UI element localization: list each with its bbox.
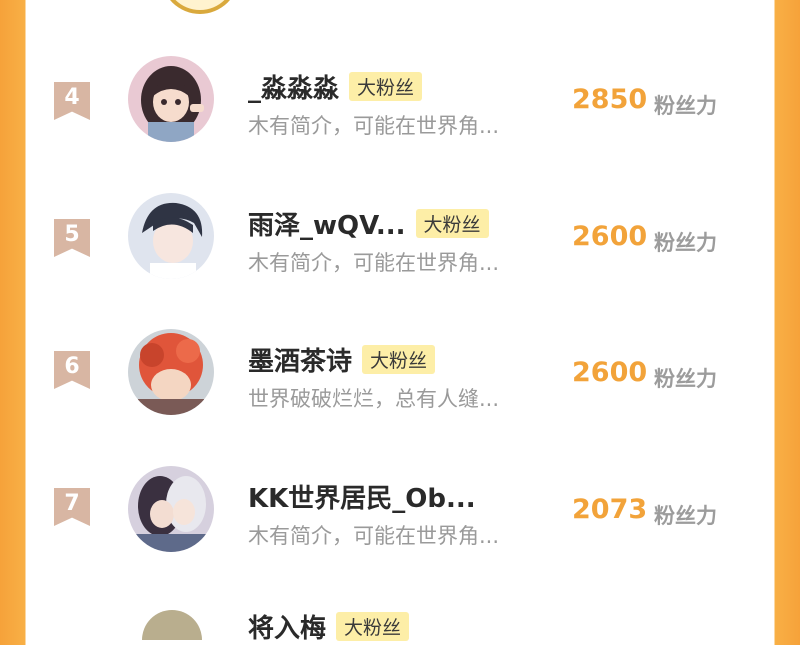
fan-description: 世界破破烂烂，总有人缝... (248, 387, 500, 411)
avatar[interactable] (128, 466, 214, 552)
rank-ribbon: 7 (54, 488, 90, 526)
rank-ribbon: 4 (54, 82, 90, 120)
fan-row-8-partial[interactable]: 将入梅 大粉丝 (26, 606, 774, 644)
avatar[interactable] (128, 329, 214, 415)
avatar-couple-image (128, 466, 214, 552)
avatar[interactable] (128, 193, 214, 279)
fan-name[interactable]: 墨酒茶诗 大粉丝 (248, 341, 436, 378)
avatar-redhair-image (128, 329, 214, 415)
big-fan-badge: 大粉丝 (415, 209, 489, 238)
fan-row-6[interactable]: 6 墨酒茶诗 大粉丝 世界破破烂烂，总有人缝... 2600 粉丝力 (26, 313, 774, 433)
avatar-girl-image (128, 56, 214, 142)
fan-power-unit: 粉丝力 (654, 367, 717, 391)
fan-name-text[interactable]: _淼淼淼 (248, 74, 339, 104)
previous-avatar-partial[interactable] (161, 0, 239, 14)
rank-ribbon: 6 (54, 351, 90, 389)
fan-description: 木有简介，可能在世界角... (248, 114, 500, 138)
fan-description: 木有简介，可能在世界角... (248, 251, 500, 275)
fan-name[interactable]: 将入梅 大粉丝 (248, 608, 410, 645)
fan-power-score: 2600 (572, 221, 648, 252)
fan-name[interactable]: 雨泽_wQV... 大粉丝 (248, 205, 489, 242)
avatar-boy-image (128, 193, 214, 279)
fan-name-text[interactable]: 雨泽_wQV... (248, 211, 406, 241)
big-fan-badge: 大粉丝 (349, 72, 423, 101)
fan-power-score: 2850 (572, 84, 648, 115)
fan-row-4[interactable]: 4 _淼淼淼 大粉丝 木有简介，可能在世界角... 2850 粉丝力 (26, 40, 774, 160)
fan-row-7[interactable]: 7 KK世界居民_Ob... 木有简介，可能在世界角... 2073 粉丝力 (26, 450, 774, 570)
fan-name[interactable]: _淼淼淼 大粉丝 (248, 68, 423, 105)
big-fan-badge: 大粉丝 (336, 612, 410, 641)
big-fan-badge: 大粉丝 (362, 345, 436, 374)
fan-name-text[interactable]: KK世界居民_Ob... (248, 484, 476, 514)
fan-power-unit: 粉丝力 (654, 504, 717, 528)
rank-ribbon: 5 (54, 219, 90, 257)
ranking-card: 4 _淼淼淼 大粉丝 木有简介，可能在世界角... 2850 粉丝力 5 雨泽_… (26, 0, 774, 644)
fan-row-5[interactable]: 5 雨泽_wQV... 大粉丝 木有简介，可能在世界角... 2600 粉丝力 (26, 177, 774, 297)
fan-power-unit: 粉丝力 (654, 231, 717, 255)
fan-name-text[interactable]: 将入梅 (248, 614, 326, 644)
fan-power-score: 2073 (572, 494, 648, 525)
fan-power-score: 2600 (572, 357, 648, 388)
fan-name-text[interactable]: 墨酒茶诗 (248, 347, 352, 377)
fan-description: 木有简介，可能在世界角... (248, 524, 500, 548)
fan-name[interactable]: KK世界居民_Ob... (248, 478, 476, 515)
avatar-partial[interactable] (142, 610, 202, 640)
avatar[interactable] (128, 56, 214, 142)
fan-power-unit: 粉丝力 (654, 94, 717, 118)
